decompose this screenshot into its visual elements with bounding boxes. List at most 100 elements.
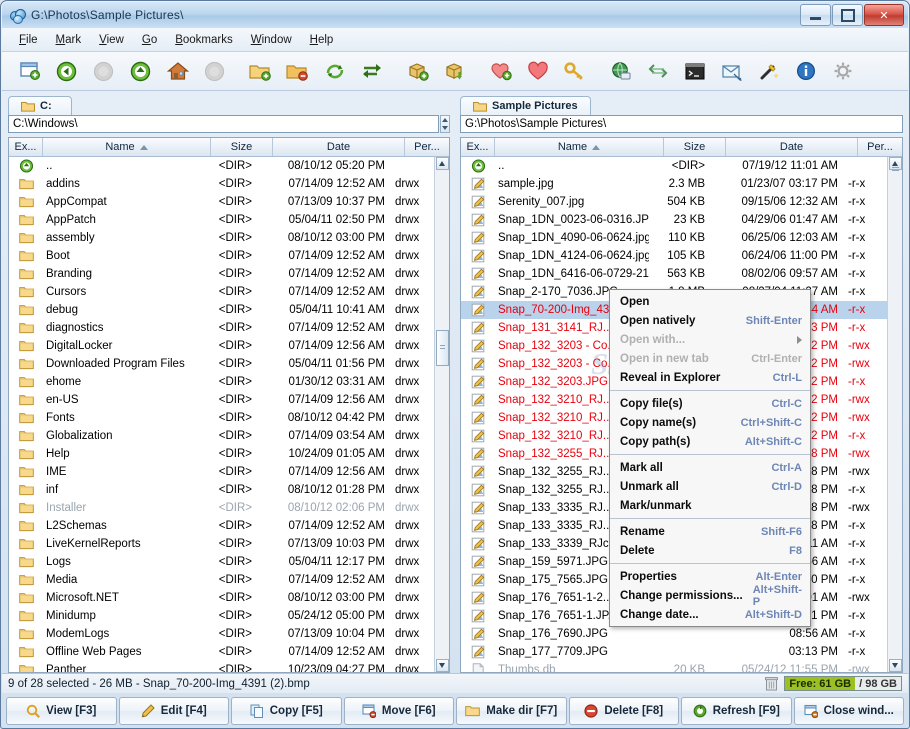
refresh-icon[interactable] xyxy=(316,54,353,88)
table-row[interactable]: LiveKernelReports <DIR> 07/13/09 10:03 PM d… xyxy=(9,535,434,553)
key-icon[interactable] xyxy=(556,54,593,88)
table-row[interactable]: DigitalLocker <DIR> 07/14/09 12:56 AM drwx xyxy=(9,337,434,355)
table-row[interactable]: assembly <DIR> 08/10/12 03:00 PM drwx xyxy=(9,229,434,247)
table-row[interactable]: .. <DIR> 08/10/12 05:20 PM xyxy=(9,157,434,175)
context-menu-item[interactable]: Change date... Alt+Shift-D xyxy=(610,605,810,624)
menu-help[interactable]: Help xyxy=(301,31,343,49)
header-ext[interactable]: Ex... xyxy=(461,138,495,156)
menu-bookmarks[interactable]: Bookmarks xyxy=(166,31,242,49)
swap-panels-icon[interactable] xyxy=(353,54,390,88)
table-row[interactable]: addins <DIR> 07/14/09 12:52 AM drwx xyxy=(9,175,434,193)
table-row[interactable]: debug <DIR> 05/04/11 10:41 AM drwx xyxy=(9,301,434,319)
table-row[interactable]: Offline Web Pages <DIR> 07/14/09 12:52 AM d… xyxy=(9,643,434,661)
connect-icon[interactable] xyxy=(639,54,676,88)
header-size[interactable]: Size xyxy=(211,138,273,156)
maximize-button[interactable] xyxy=(832,4,863,26)
table-row[interactable]: Downloaded Program Files <DIR> 05/04/11 01… xyxy=(9,355,434,373)
table-row[interactable]: diagnostics <DIR> 07/14/09 12:52 AM drwx xyxy=(9,319,434,337)
right-path-input[interactable]: G:\Photos\Sample Pictures\ xyxy=(460,115,903,133)
table-row[interactable]: Thumbs.db 20 KB 05/24/12 11:55 PM -rwx xyxy=(461,661,887,672)
function-button[interactable]: Move [F6] xyxy=(343,696,454,725)
left-tab[interactable]: C: xyxy=(8,96,72,115)
up-icon[interactable] xyxy=(122,54,159,88)
home-icon[interactable] xyxy=(159,54,196,88)
right-tab[interactable]: Sample Pictures xyxy=(460,96,591,115)
table-row[interactable]: Snap_1DN_6416-06-0729-21.JPG 563 KB 08/02/… xyxy=(461,265,887,283)
function-button[interactable]: Refresh [F9] xyxy=(681,696,792,725)
table-row[interactable]: en-US <DIR> 07/14/09 12:56 AM drwx xyxy=(9,391,434,409)
table-row[interactable]: Snap_177_7709.JPG 03:13 PM -r-x xyxy=(461,643,887,661)
new-folder-icon[interactable] xyxy=(242,54,279,88)
right-scrollbar[interactable] xyxy=(887,157,902,672)
scroll-thumb[interactable] xyxy=(435,330,449,366)
context-menu-item[interactable]: Reveal in Explorer Ctrl-L xyxy=(610,368,810,387)
function-button[interactable]: Copy [F5] xyxy=(231,696,342,725)
back-icon[interactable] xyxy=(48,54,85,88)
context-menu-item[interactable]: Copy file(s) Ctrl-C xyxy=(610,394,810,413)
table-row[interactable]: Logs <DIR> 05/04/11 12:17 PM drwx xyxy=(9,553,434,571)
trash-icon[interactable] xyxy=(765,676,779,691)
header-ext[interactable]: Ex... xyxy=(9,138,43,156)
table-row[interactable]: Help <DIR> 10/24/09 01:05 AM drwx xyxy=(9,445,434,463)
table-row[interactable]: Cursors <DIR> 07/14/09 12:52 AM drwx xyxy=(9,283,434,301)
table-row[interactable]: ModemLogs <DIR> 07/13/09 10:04 PM drwx xyxy=(9,625,434,643)
magic-wand-icon[interactable] xyxy=(750,54,787,88)
pack-icon[interactable] xyxy=(399,54,436,88)
menu-view[interactable]: View xyxy=(90,31,133,49)
header-size[interactable]: Size xyxy=(664,138,726,156)
new-tab-icon[interactable] xyxy=(11,54,48,88)
function-button[interactable]: View [F3] xyxy=(6,696,117,725)
table-row[interactable]: Installer <DIR> 08/10/12 02:06 PM drwx xyxy=(9,499,434,517)
email-icon[interactable] xyxy=(713,54,750,88)
table-row[interactable]: L2Schemas <DIR> 07/14/09 12:52 AM drwx xyxy=(9,517,434,535)
menu-file[interactable]: File xyxy=(10,31,47,49)
context-menu-item[interactable]: Open xyxy=(610,292,810,311)
close-button[interactable]: ✕ xyxy=(864,4,904,26)
scroll-up-button[interactable] xyxy=(435,157,449,170)
header-date[interactable]: Date xyxy=(273,138,405,156)
table-row[interactable]: AppPatch <DIR> 05/04/11 02:50 PM drwx xyxy=(9,211,434,229)
context-menu-item[interactable]: Unmark all Ctrl-D xyxy=(610,477,810,496)
left-path-input[interactable]: C:\Windows\ xyxy=(8,115,439,133)
menu-mark[interactable]: Mark xyxy=(47,31,91,49)
function-button[interactable]: Close wind... xyxy=(793,696,904,725)
context-menu-item[interactable]: Mark/unmark xyxy=(610,496,810,515)
minimize-button[interactable] xyxy=(800,4,831,26)
menu-go[interactable]: Go xyxy=(133,31,166,49)
header-perm[interactable]: Per... xyxy=(405,138,449,156)
context-menu-item[interactable]: Mark all Ctrl-A xyxy=(610,458,810,477)
table-row[interactable]: IME <DIR> 07/14/09 12:56 AM drwx xyxy=(9,463,434,481)
context-menu-item[interactable]: Delete F8 xyxy=(610,541,810,560)
table-row[interactable]: Globalization <DIR> 07/14/09 03:54 AM drwx xyxy=(9,427,434,445)
menu-window[interactable]: Window xyxy=(242,31,301,49)
table-row[interactable]: sample.jpg 2.3 MB 01/23/07 03:17 PM -r-x xyxy=(461,175,887,193)
info-icon[interactable] xyxy=(787,54,824,88)
unpack-icon[interactable] xyxy=(436,54,473,88)
table-row[interactable]: Fonts <DIR> 08/10/12 04:42 PM drwx xyxy=(9,409,434,427)
table-row[interactable]: Minidump <DIR> 05/24/12 05:00 PM drwx xyxy=(9,607,434,625)
terminal-icon[interactable] xyxy=(676,54,713,88)
scroll-track[interactable] xyxy=(888,167,902,659)
table-row[interactable]: Serenity_007.jpg 504 KB 09/15/06 12:32 AM -… xyxy=(461,193,887,211)
header-date[interactable]: Date xyxy=(726,138,858,156)
header-name[interactable]: Name xyxy=(495,138,664,156)
table-row[interactable]: .. <DIR> 07/19/12 11:01 AM xyxy=(461,157,887,175)
table-row[interactable]: Boot <DIR> 07/14/09 12:52 AM drwx xyxy=(9,247,434,265)
table-row[interactable]: Snap_1DN_0023-06-0316.JPG 23 KB 04/29/06 0… xyxy=(461,211,887,229)
scroll-down-button[interactable] xyxy=(435,659,449,672)
table-row[interactable]: Snap_176_7690.JPG 08:56 AM -r-x xyxy=(461,625,887,643)
header-name[interactable]: Name xyxy=(43,138,211,156)
table-row[interactable]: Panther <DIR> 10/23/09 04:27 PM drwx xyxy=(9,661,434,672)
left-path-dropdown[interactable] xyxy=(440,115,450,133)
delete-folder-icon[interactable] xyxy=(279,54,316,88)
table-row[interactable]: Branding <DIR> 07/14/09 12:52 AM drwx xyxy=(9,265,434,283)
function-button[interactable]: Edit [F4] xyxy=(118,696,229,725)
table-row[interactable]: inf <DIR> 08/10/12 01:28 PM drwx xyxy=(9,481,434,499)
bookmarks-icon[interactable] xyxy=(519,54,556,88)
table-row[interactable]: Microsoft.NET <DIR> 08/10/12 03:00 PM drwx xyxy=(9,589,434,607)
add-bookmark-icon[interactable] xyxy=(482,54,519,88)
table-row[interactable]: ehome <DIR> 01/30/12 03:31 AM drwx xyxy=(9,373,434,391)
context-menu-item[interactable]: Open natively Shift-Enter xyxy=(610,311,810,330)
table-row[interactable]: Media <DIR> 07/14/09 12:52 AM drwx xyxy=(9,571,434,589)
header-perm[interactable]: Per... xyxy=(858,138,902,156)
